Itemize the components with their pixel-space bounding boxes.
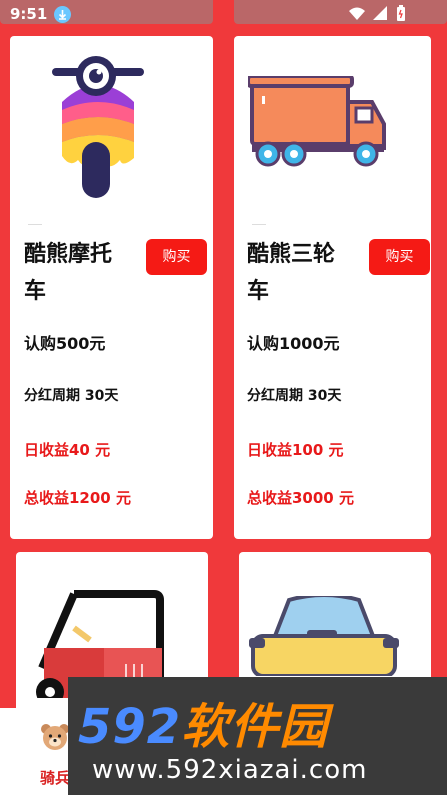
total-income: 总收益3000 元: [247, 489, 354, 507]
daily-income: 日收益40 元: [24, 441, 111, 459]
status-time: 9:51: [10, 5, 48, 23]
dividend-period: 分红周期 30天: [24, 388, 119, 404]
watermark-brand: 592软件园: [78, 699, 329, 755]
product-card-tricycle: 酷熊三轮 车 购买 认购1000元 分红周期 30天 日收益100 元 总收益3…: [234, 36, 431, 539]
product-title: 酷熊摩托 车: [24, 242, 113, 304]
subscription-price: 认购500元: [24, 334, 106, 353]
signal-icon: [373, 6, 387, 20]
download-icon: [54, 6, 71, 23]
bear-avatar-icon[interactable]: [40, 722, 70, 752]
dividend-period: 分红周期 30天: [247, 388, 342, 404]
buy-button[interactable]: 购买: [369, 239, 430, 275]
wifi-icon: [349, 7, 365, 20]
subscription-price: 认购1000元: [247, 334, 340, 353]
divider: [28, 224, 42, 225]
watermark-url: www.592xiazai.com: [92, 755, 368, 785]
buy-button[interactable]: 购买: [146, 239, 207, 275]
nav-item-label[interactable]: 骑兵: [40, 767, 70, 788]
status-bar: 9:51: [0, 0, 447, 30]
truck-icon: [248, 76, 386, 167]
divider: [252, 224, 266, 225]
daily-income: 日收益100 元: [247, 441, 344, 459]
product-title: 酷熊三轮 车: [247, 242, 336, 304]
battery-icon: [397, 5, 405, 21]
car-icon: [249, 596, 399, 676]
watermark-banner: 592软件园 www.592xiazai.com: [68, 677, 447, 795]
total-income: 总收益1200 元: [24, 489, 131, 507]
system-icons: [347, 5, 417, 27]
motorcycle-icon: [52, 56, 144, 198]
product-card-motorcycle: 酷熊摩托 车 购买 认购500元 分红周期 30天 日收益40 元 总收益120…: [10, 36, 213, 539]
